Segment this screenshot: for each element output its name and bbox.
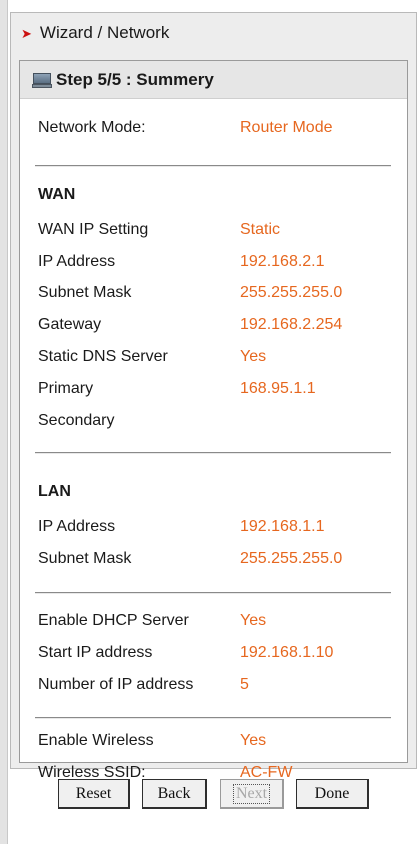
wan-static-dns-label: Static DNS Server <box>38 348 168 365</box>
network-mode-value: Router Mode <box>240 119 333 136</box>
wan-primary-dns-label: Primary <box>38 380 94 397</box>
wireless-enable-value: Yes <box>240 732 267 749</box>
next-button-label: Next <box>232 783 271 804</box>
lan-heading: LAN <box>38 483 71 500</box>
dhcp-enable-label: Enable DHCP Server <box>38 612 189 629</box>
panel-header: ➤ Wizard / Network <box>11 13 416 53</box>
next-button[interactable]: Next <box>220 779 284 809</box>
divider <box>35 165 391 167</box>
wan-ip-setting-value: Static <box>240 221 281 238</box>
wireless-enable-label: Enable Wireless <box>38 732 154 749</box>
wan-ip-address-label: IP Address <box>38 253 116 270</box>
lan-subnet-mask-value: 255.255.255.0 <box>240 550 343 567</box>
wan-primary-dns-value: 168.95.1.1 <box>240 380 316 397</box>
dhcp-start-ip-value: 192.168.1.10 <box>240 644 334 661</box>
done-button[interactable]: Done <box>296 779 369 809</box>
summary-box: Step 5/5 : Summery Network Mode: Router … <box>19 60 408 781</box>
dhcp-enable-value: Yes <box>240 612 267 629</box>
network-mode-label: Network Mode: <box>38 119 146 136</box>
wan-ip-address-value: 192.168.2.1 <box>240 253 325 270</box>
wan-gateway-label: Gateway <box>38 316 102 333</box>
divider <box>35 717 391 719</box>
lan-ip-address-label: IP Address <box>38 518 116 535</box>
left-edge <box>0 0 8 844</box>
computer-icon <box>32 72 52 88</box>
wan-static-dns-value: Yes <box>240 348 267 365</box>
step-bar: Step 5/5 : Summery <box>20 61 407 99</box>
lan-subnet-mask-label: Subnet Mask <box>38 550 132 567</box>
dhcp-ip-count-value: 5 <box>240 676 249 693</box>
page-title: Wizard / Network <box>39 23 170 42</box>
dhcp-start-ip-label: Start IP address <box>38 644 153 661</box>
wizard-panel: ➤ Wizard / Network Step 5/5 : Summery Ne… <box>10 12 417 781</box>
wan-heading: WAN <box>38 186 76 203</box>
dhcp-ip-count-label: Number of IP address <box>38 676 194 693</box>
wan-secondary-dns-label: Secondary <box>38 412 115 429</box>
lan-ip-address-value: 192.168.1.1 <box>240 518 325 535</box>
divider <box>35 452 391 454</box>
reset-button[interactable]: Reset <box>58 779 130 809</box>
divider <box>35 592 391 594</box>
wan-gateway-value: 192.168.2.254 <box>240 316 343 333</box>
red-arrow-icon: ➤ <box>21 25 32 41</box>
step-title: Step 5/5 : Summery <box>56 69 214 89</box>
wan-subnet-mask-label: Subnet Mask <box>38 284 132 301</box>
wan-ip-setting-label: WAN IP Setting <box>38 221 149 238</box>
back-button[interactable]: Back <box>142 779 207 809</box>
wan-subnet-mask-value: 255.255.255.0 <box>240 284 343 301</box>
